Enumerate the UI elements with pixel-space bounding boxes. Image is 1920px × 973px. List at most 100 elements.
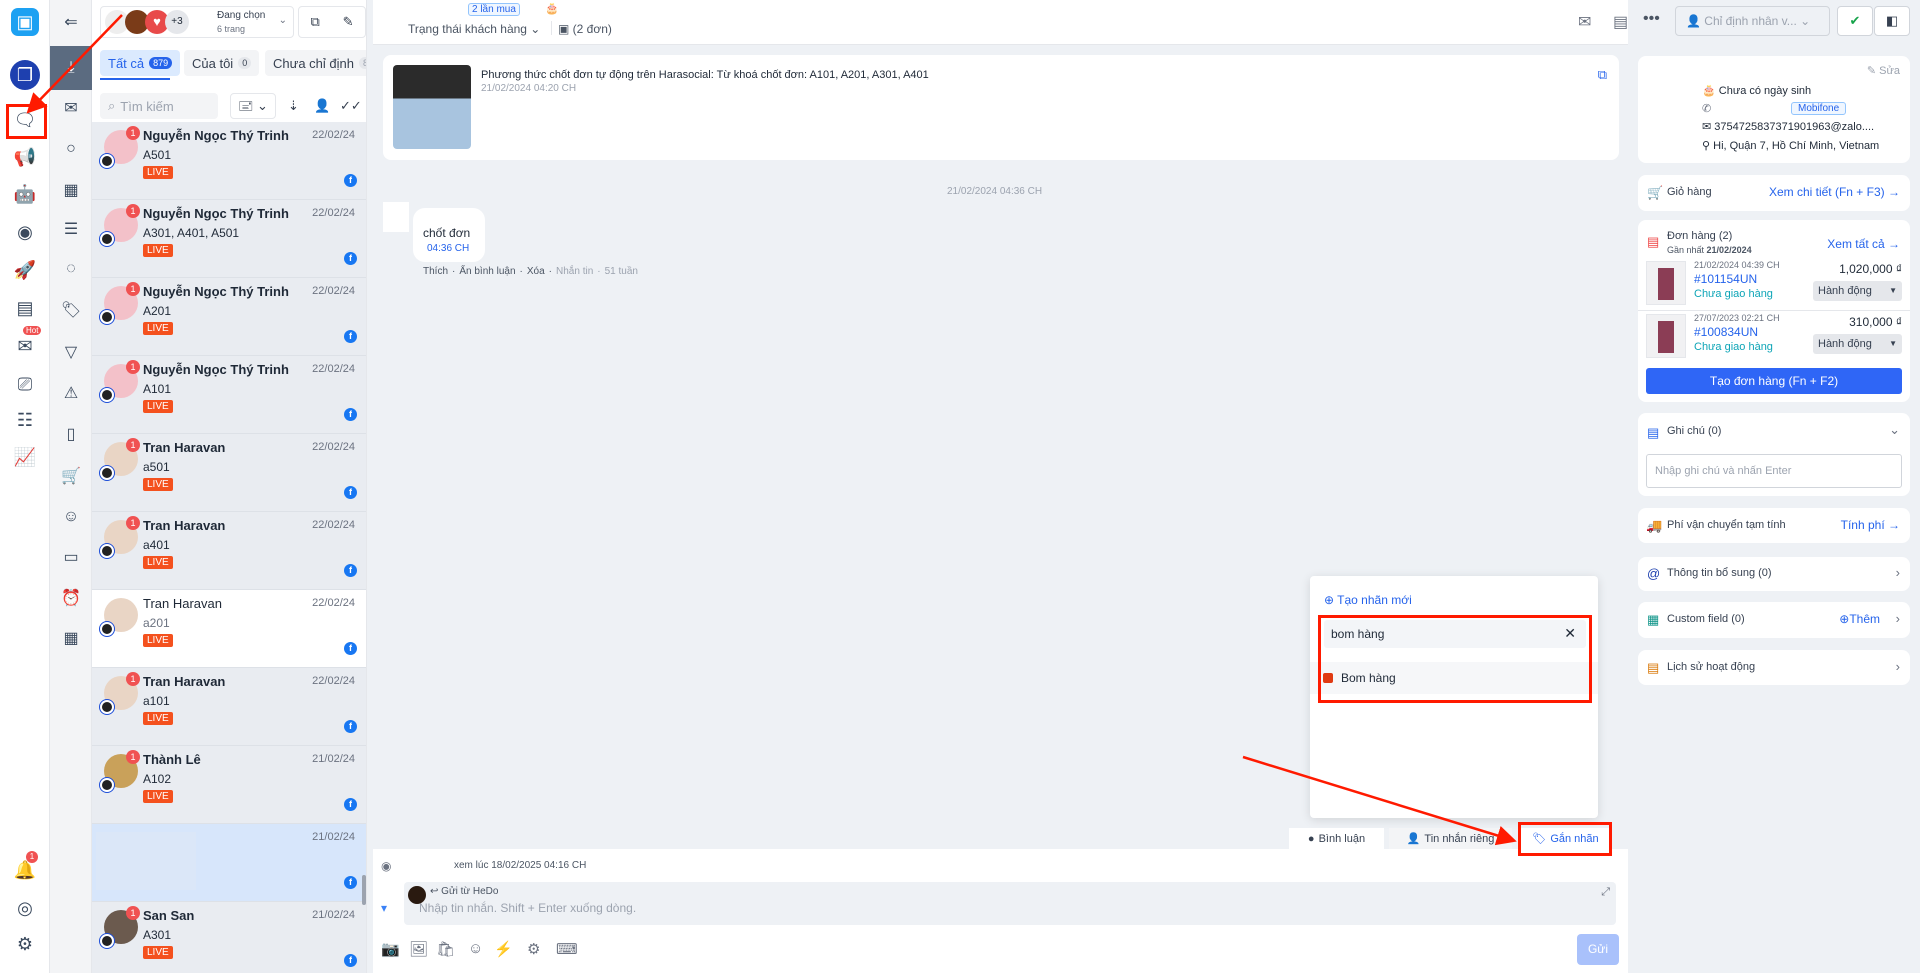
tab-comment[interactable]: ● Bình luận: [1289, 828, 1384, 849]
search-input[interactable]: ⌕ Tìm kiếm: [100, 93, 218, 119]
clear-icon[interactable]: ✕: [1564, 625, 1576, 642]
analytics-icon[interactable]: 📈: [11, 443, 39, 471]
conversation-item[interactable]: 1 Nguyễn Ngọc Thý Trinh 22/02/24 A201 LIVE f: [92, 278, 366, 356]
conversation-item[interactable]: 1 Tran Haravan 22/02/24 a101 LIVE f: [92, 668, 366, 746]
create-label-button[interactable]: ⊕ Tạo nhãn mới: [1324, 593, 1412, 607]
layout-icon[interactable]: ▦: [50, 172, 92, 208]
view-all-orders-link[interactable]: Xem tất cả →: [1827, 237, 1900, 251]
edit-image-icon[interactable]: ✎: [343, 14, 354, 30]
conversation-item[interactable]: 1 Tran Haravan 22/02/24 a501 LIVE f: [92, 434, 366, 512]
tab-assign-label[interactable]: 🏷 Gắn nhãn: [1521, 828, 1610, 849]
livestream-icon[interactable]: ⎚: [11, 370, 39, 398]
screen-share-icon[interactable]: ⧉: [310, 14, 319, 30]
inbox-icon[interactable]: ⤓: [50, 46, 92, 90]
mark-done-button[interactable]: ✔: [1837, 6, 1873, 36]
activity-history-card[interactable]: ▤ Lịch sử hoạt động ›: [1638, 650, 1910, 685]
conversation-item[interactable]: 1 San San 21/02/24 A301 LIVE f: [92, 902, 366, 973]
conversations-icon[interactable]: 🗨: [11, 106, 39, 134]
rocket-icon[interactable]: 🚀: [11, 256, 39, 284]
like-action[interactable]: Thích: [423, 266, 448, 277]
calendar-icon[interactable]: ▦: [50, 620, 92, 656]
emoji-icon[interactable]: ☺: [468, 940, 483, 957]
cart-detail-link[interactable]: Xem chi tiết (Fn + F3) →: [1769, 185, 1900, 199]
order-code[interactable]: #100834UN: [1694, 325, 1758, 339]
conversation-item[interactable]: 1 Tran Haravan 22/02/24 a401 LIVE f: [92, 512, 366, 590]
hidden-icon[interactable]: ◌: [50, 251, 92, 287]
app-logo-icon[interactable]: ▣: [11, 8, 39, 36]
order-action-dropdown[interactable]: Hành động ▼: [1813, 334, 1902, 354]
message-input[interactable]: ↩ Gửi từ HeDo Nhập tin nhắn. Shift + Ent…: [404, 882, 1616, 925]
label-search-input[interactable]: bom hàng ✕: [1324, 620, 1586, 648]
report-icon[interactable]: ☷: [11, 406, 39, 434]
collapse-toggle-icon[interactable]: ▾: [381, 901, 387, 915]
document-icon[interactable]: ▤: [11, 294, 39, 322]
alert-icon[interactable]: ⚠: [50, 375, 92, 411]
page-selector[interactable]: ♥ +3 Đang chọn 6 trang ⌄: [100, 6, 294, 38]
order-item[interactable]: 21/02/2024 04:39 CH #101154UN Chưa giao …: [1638, 258, 1910, 310]
settings-icon[interactable]: ⚙: [11, 930, 39, 958]
assign-agent-select[interactable]: 👤 Chỉ định nhân v... ⌄: [1675, 6, 1830, 36]
note-input[interactable]: Nhập ghi chú và nhấn Enter: [1646, 454, 1902, 488]
create-order-button[interactable]: Tạo đơn hàng (Fn + F2): [1646, 368, 1902, 394]
mail-icon[interactable]: ✉: [1578, 12, 1591, 32]
order-action-dropdown[interactable]: Hành động ▼: [1813, 281, 1902, 301]
delete-action[interactable]: Xóa: [527, 266, 545, 277]
conversation-item[interactable]: 1 Nguyễn Ngọc Thý Trinh 22/02/24 A501 LIVE f: [92, 122, 366, 200]
product-icon[interactable]: 🛍: [436, 940, 455, 958]
comment-filter-icon[interactable]: ○: [50, 131, 92, 167]
post-image[interactable]: [393, 65, 471, 149]
tag-icon[interactable]: 🏷: [50, 292, 92, 328]
scrollbar[interactable]: [362, 875, 366, 905]
edit-button[interactable]: ✎ Sửa: [1867, 64, 1900, 77]
phone-icon[interactable]: ▯: [50, 416, 92, 452]
conversation-item[interactable]: 1 Nguyễn Ngọc Thý Trinh 22/02/24 A301, A401…: [92, 200, 366, 278]
funnel-icon[interactable]: ▽: [50, 334, 92, 370]
order-count[interactable]: ▣ (2 đơn): [558, 22, 612, 36]
label-option[interactable]: Bom hàng: [1310, 662, 1598, 694]
hide-comment-action[interactable]: Ẩn bình luận: [459, 266, 515, 277]
megaphone-icon[interactable]: 📢: [11, 143, 39, 171]
note-icon[interactable]: ▤: [1613, 12, 1628, 32]
help-icon[interactable]: ◎: [11, 894, 39, 922]
extra-info-card[interactable]: @ Thông tin bổ sung (0) ›: [1638, 557, 1910, 591]
expand-icon[interactable]: ⤢: [1601, 886, 1610, 899]
sort-icon[interactable]: ⇣: [288, 98, 299, 114]
tab-all[interactable]: Tất cả 879: [100, 50, 181, 76]
send-from[interactable]: ↩ Gửi từ HeDo: [430, 886, 498, 897]
add-custom-field-button[interactable]: ⊕Thêm: [1839, 612, 1880, 626]
open-external-icon[interactable]: ⧉: [1598, 67, 1607, 83]
folder-icon[interactable]: ▭: [50, 539, 92, 575]
tab-unassigned[interactable]: Chưa chỉ định 879: [265, 50, 366, 76]
cart-icon[interactable]: 🛒: [50, 458, 92, 494]
conversation-item[interactable]: 1 Nguyễn Ngọc Thý Trinh 22/02/24 A101 LIVE f: [92, 356, 366, 434]
image-icon[interactable]: 🖼: [409, 940, 428, 958]
mail-hot-icon[interactable]: ✉ Hot: [11, 326, 42, 360]
message-filter-icon[interactable]: ✉: [50, 90, 92, 126]
mark-all-read-icon[interactable]: ✓✓: [340, 98, 362, 114]
conversation-item[interactable]: 21/02/24 f: [92, 824, 366, 902]
bell-icon[interactable]: 🔔 1: [11, 851, 39, 884]
quick-reply-icon[interactable]: ⚡: [494, 940, 513, 958]
bot-icon[interactable]: 🤖: [11, 180, 39, 208]
toggle-side-panel-button[interactable]: ◧: [1874, 6, 1910, 36]
flow-icon[interactable]: ⚙: [527, 940, 540, 958]
custom-field-card[interactable]: ▦ Custom field (0) ⊕Thêm ›: [1638, 602, 1910, 638]
calculate-fee-link[interactable]: Tính phí →: [1841, 518, 1900, 532]
collapse-icon[interactable]: ⇐: [50, 4, 92, 40]
send-message-action[interactable]: Nhắn tin: [556, 266, 593, 277]
tab-private-message[interactable]: 👤 Tin nhắn riêng: [1389, 828, 1512, 849]
customer-status-dropdown[interactable]: Trạng thái khách hàng ⌄: [408, 22, 540, 36]
chevron-down-icon[interactable]: ⌄: [1889, 422, 1900, 438]
tab-mine[interactable]: Của tôi 0: [184, 50, 260, 76]
user-circle-icon[interactable]: ◉: [11, 218, 39, 246]
alarm-icon[interactable]: ⏰: [50, 580, 92, 616]
assignee-filter-icon[interactable]: 👤: [314, 98, 330, 114]
message-type-filter[interactable]: 🖃 ⌄: [230, 93, 276, 119]
order-item[interactable]: 27/07/2023 02:21 CH #100834UN Chưa giao …: [1638, 310, 1910, 362]
pages-icon[interactable]: ❐: [10, 60, 40, 90]
keyboard-icon[interactable]: ⌨: [556, 940, 578, 958]
conversation-item[interactable]: Tran Haravan 22/02/24 a201 LIVE f: [92, 590, 366, 668]
list-icon[interactable]: ☰: [50, 211, 92, 247]
camera-icon[interactable]: 📷: [381, 940, 400, 958]
conversation-item[interactable]: 1 Thành Lê 21/02/24 A102 LIVE f: [92, 746, 366, 824]
